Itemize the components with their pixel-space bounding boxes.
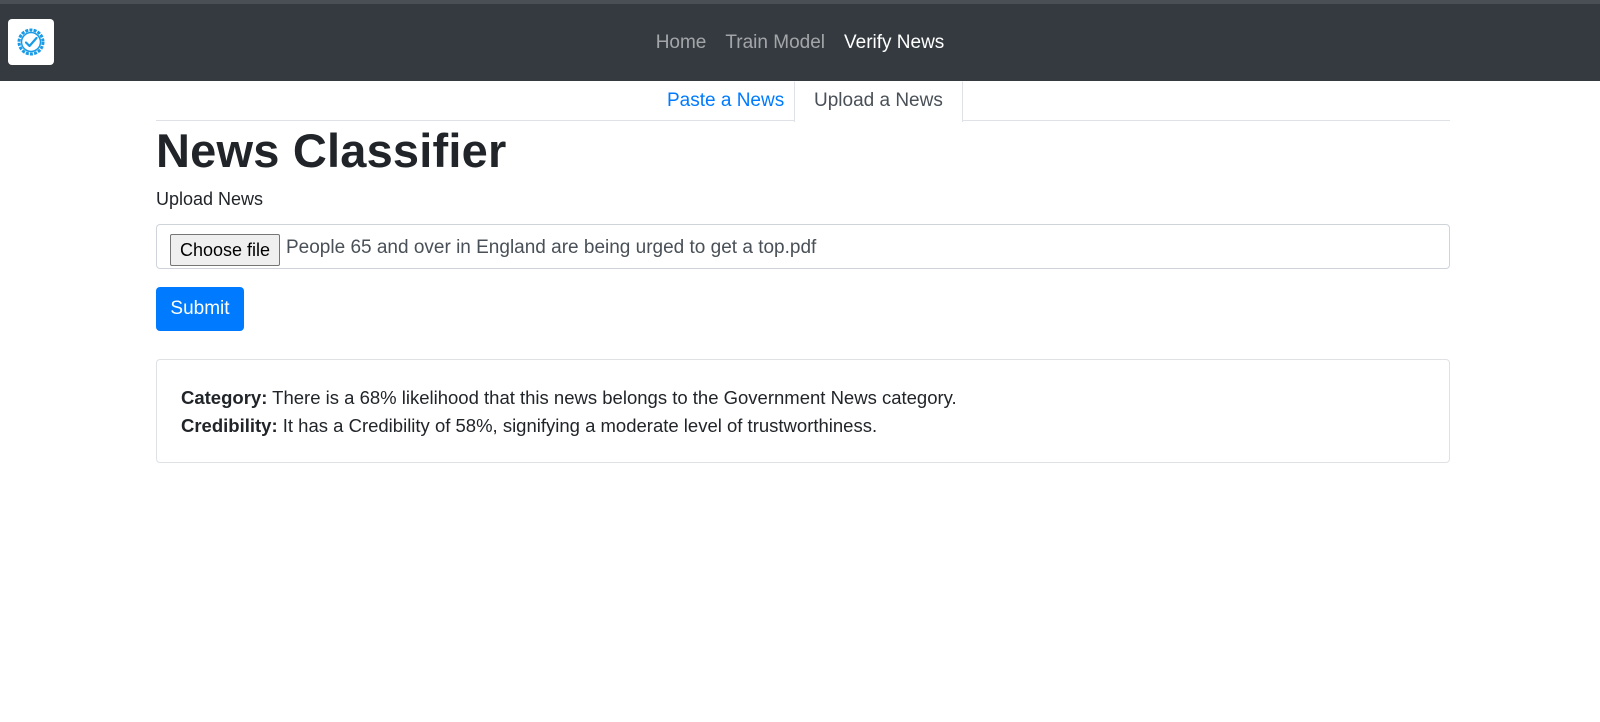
- submit-button[interactable]: Submit: [156, 287, 244, 331]
- credibility-result: Credibility: It has a Credibility of 58%…: [181, 415, 877, 437]
- category-text: There is a 68% likelihood that this news…: [272, 387, 957, 408]
- file-upload-field[interactable]: Choose file People 65 and over in Englan…: [156, 224, 1450, 269]
- input-mode-tabs: Paste a News Upload a News: [156, 81, 1450, 122]
- credibility-text: It has a Credibility of 58%, signifying …: [282, 415, 878, 436]
- choose-file-button[interactable]: Choose file: [170, 234, 280, 266]
- credibility-label: Credibility:: [181, 415, 278, 436]
- selected-file-name: People 65 and over in England are being …: [286, 237, 817, 258]
- result-card: Category: There is a 68% likelihood that…: [156, 359, 1450, 463]
- category-label: Category:: [181, 387, 268, 408]
- tab-paste-news[interactable]: Paste a News: [647, 81, 804, 121]
- nav-verify-news-link[interactable]: Verify News: [835, 32, 954, 54]
- nav-train-model-link[interactable]: Train Model: [716, 32, 835, 54]
- tab-upload-news[interactable]: Upload a News: [794, 81, 963, 122]
- nav-links: Home Train Model Verify News: [0, 4, 1600, 81]
- top-navbar: Home Train Model Verify News: [0, 0, 1600, 81]
- main-container: Paste a News Upload a News News Classifi…: [156, 81, 1450, 463]
- nav-home-link[interactable]: Home: [646, 32, 716, 54]
- page-title: News Classifier: [156, 124, 507, 177]
- category-result: Category: There is a 68% likelihood that…: [181, 387, 957, 409]
- upload-news-label: Upload News: [156, 189, 264, 209]
